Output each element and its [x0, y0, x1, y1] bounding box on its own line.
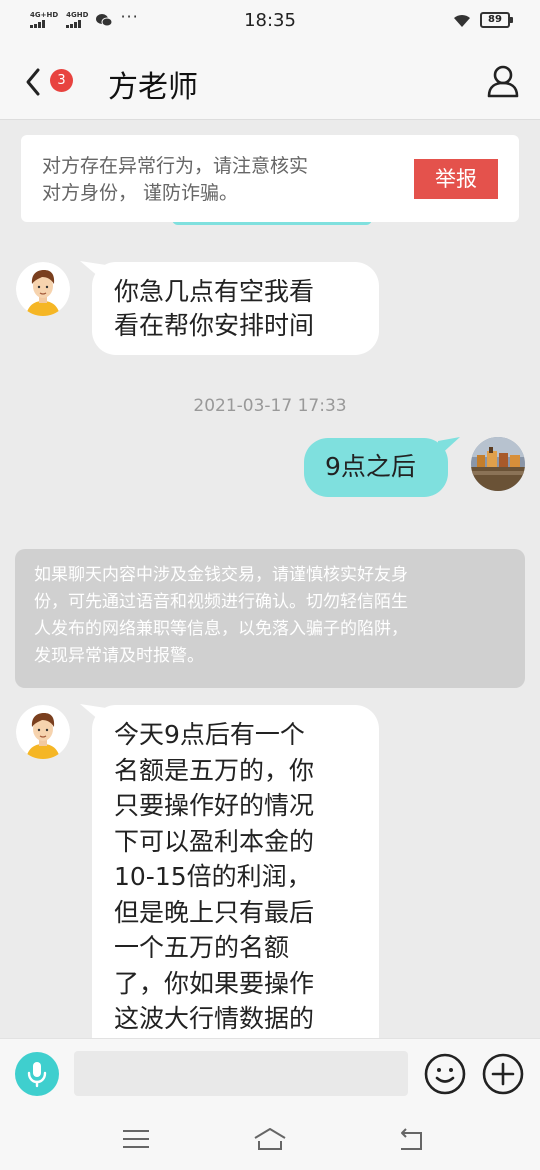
message-line: 你急几点有空我看 [114, 277, 315, 306]
safety-notice: 如果聊天内容中涉及金钱交易，请谨慎核实好友身 份，可先通过语音和视频进行确认。切… [15, 549, 525, 688]
contact-name: 方老师 [108, 70, 198, 105]
back-nav-icon[interactable] [397, 1126, 427, 1152]
notice-line: 如果聊天内容中涉及金钱交易，请谨慎核实好友身 [34, 565, 408, 585]
incoming-message-bubble[interactable]: 今天9点后有一个 名额是五万的，你 只要操作好的情况 下可以盈利本金的 10-1… [92, 705, 379, 1038]
wifi-icon [454, 14, 470, 27]
plus-icon[interactable] [481, 1052, 525, 1096]
system-navigation-bar [0, 1108, 540, 1170]
notice-line: 人发布的网络兼职等信息，以免落入骗子的陷阱， [34, 619, 408, 639]
message-line: 名额是五万的，你 [114, 755, 315, 785]
smiley-icon[interactable] [423, 1052, 467, 1096]
outgoing-message-bubble[interactable]: 9点之后 [304, 438, 448, 497]
fraud-warning-card: 对方存在异常行为，请注意核实 对方身份， 谨防诈骗。 举报 [21, 135, 519, 222]
message-line: 10-15倍的利润， [114, 862, 312, 891]
report-button[interactable]: 举报 [414, 159, 498, 199]
message-line: 一个五万的名额 [114, 933, 290, 962]
cartoon-man-avatar-icon [16, 705, 70, 759]
notice-line: 发现异常请及时报警。 [34, 646, 204, 666]
battery-icon: 89 [480, 12, 513, 28]
message-line: 但是晚上只有最后 [114, 897, 315, 927]
message-line: 只要操作好的情况 [114, 791, 315, 820]
message-line: 下可以盈利本金的 [114, 826, 315, 856]
message-line: 今天9点后有一个 [114, 720, 305, 749]
my-avatar[interactable] [471, 437, 525, 491]
unread-badge: 3 [50, 69, 73, 92]
message-line: 看在帮你安排时间 [114, 311, 315, 340]
chat-header: 3 方老师 [0, 44, 540, 120]
fraud-warning-line: 对方身份， 谨防诈骗。 [42, 182, 239, 204]
status-bar: 4G+HD 4GHD ··· 18:35 89 [0, 0, 540, 44]
message-input-bar [0, 1038, 540, 1108]
mic-icon [27, 1062, 47, 1088]
voice-input-button[interactable] [15, 1052, 59, 1096]
message-line: 9点之后 [325, 452, 416, 481]
photo-avatar-icon [471, 437, 525, 491]
message-line: 了，你如果要操作 [114, 968, 315, 998]
message-input[interactable] [74, 1051, 408, 1096]
back-icon [26, 68, 40, 96]
battery-level: 89 [488, 14, 502, 25]
back-button[interactable]: 3 [22, 66, 78, 98]
person-icon[interactable] [486, 64, 520, 98]
contact-avatar[interactable] [16, 262, 70, 316]
contact-avatar[interactable] [16, 705, 70, 759]
cartoon-man-avatar-icon [16, 262, 70, 316]
incoming-message-bubble[interactable]: 你急几点有空我看 看在帮你安排时间 [92, 262, 379, 355]
chat-message-list[interactable]: 对方存在异常行为，请注意核实 对方身份， 谨防诈骗。 举报 你急几点有空我看 看… [0, 121, 540, 1038]
fraud-warning-text: 对方存在异常行为，请注意核实 对方身份， 谨防诈骗。 [42, 153, 402, 207]
message-line: 这波大行情数据的 [114, 1004, 315, 1033]
bubble-tail [438, 437, 460, 457]
message-timestamp: 2021-03-17 17:33 [193, 396, 347, 416]
home-icon[interactable] [253, 1126, 287, 1152]
notice-line: 份，可先通过语音和视频进行确认。切勿轻信陌生 [34, 592, 408, 612]
menu-icon[interactable] [121, 1126, 151, 1152]
fraud-warning-line: 对方存在异常行为，请注意核实 [42, 155, 309, 177]
